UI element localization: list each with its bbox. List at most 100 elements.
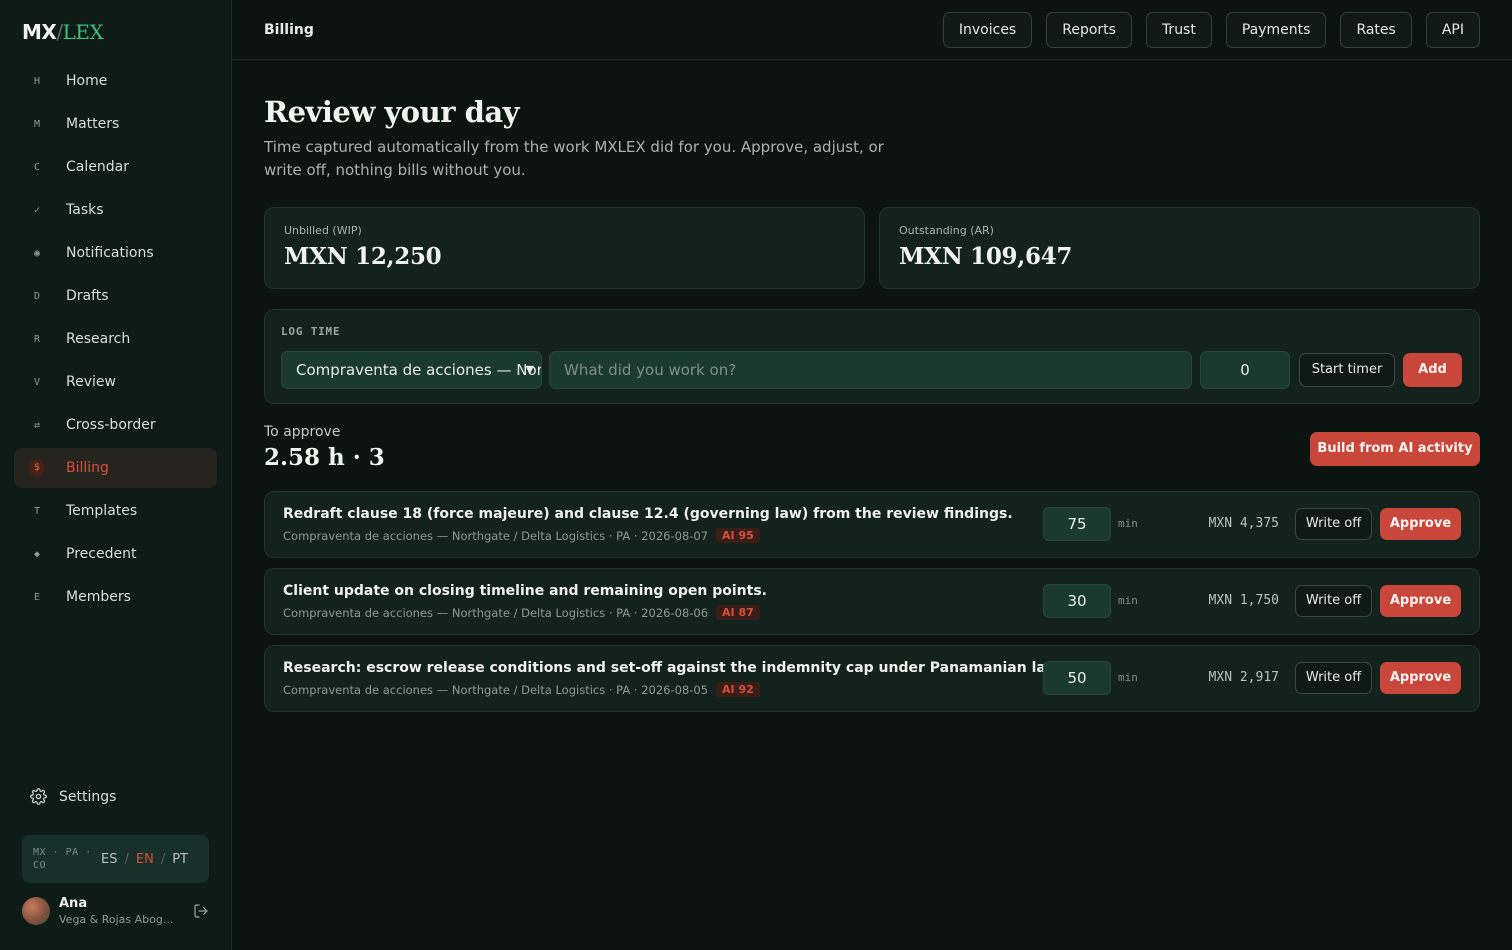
- approve-button[interactable]: Approve: [1380, 585, 1461, 617]
- entry-meta: Compraventa de acciones — Northgate / De…: [283, 528, 760, 543]
- sidebar-item-label: Cross-border: [66, 417, 156, 433]
- user-name: Ana: [59, 895, 88, 911]
- sidebar-item-label: Matters: [66, 116, 120, 132]
- sidebar-item-label: Review: [66, 374, 116, 390]
- kpi-label: Outstanding (AR): [899, 224, 994, 237]
- members-icon: E: [33, 591, 41, 603]
- tab-invoices[interactable]: Invoices: [942, 12, 1033, 48]
- sidebar-item-billing[interactable]: $ Billing: [14, 448, 217, 488]
- time-entry: Client update on closing timeline and re…: [264, 568, 1480, 635]
- tab-reports[interactable]: Reports: [1046, 12, 1132, 48]
- avatar[interactable]: [22, 897, 50, 925]
- kpi-value: MXN 12,250: [284, 243, 442, 270]
- log-time-panel: LOG TIME Compraventa de acciones — North…: [264, 309, 1480, 404]
- approve-button[interactable]: Approve: [1380, 662, 1461, 694]
- sidebar-item-calendar[interactable]: C Calendar: [14, 147, 217, 187]
- notification-dot-icon: ◉: [33, 247, 41, 259]
- kpi-label: Unbilled (WIP): [284, 224, 362, 237]
- check-icon: ✓: [33, 204, 41, 216]
- time-entry: Redraft clause 18 (force majeure) and cl…: [264, 491, 1480, 558]
- log-time-label: LOG TIME: [281, 325, 341, 338]
- sidebar-item-precedent[interactable]: ◆ Precedent: [14, 534, 217, 574]
- sidebar-item-label: Precedent: [66, 546, 137, 562]
- settings-label: Settings: [59, 788, 117, 805]
- work-description-input[interactable]: What did you work on?: [549, 351, 1192, 389]
- sidebar-item-notifications[interactable]: ◉ Notifications: [14, 233, 217, 273]
- user-info: Ana Vega & Rojas Abog...: [59, 896, 189, 927]
- user-profile: Ana Vega & Rojas Abog...: [22, 895, 209, 927]
- settings-link[interactable]: Settings: [30, 788, 116, 805]
- tab-payments[interactable]: Payments: [1225, 12, 1327, 48]
- review-icon: V: [33, 376, 41, 388]
- sidebar-item-review[interactable]: V Review: [14, 362, 217, 402]
- add-button[interactable]: Add: [1403, 353, 1462, 387]
- sidebar-item-members[interactable]: E Members: [14, 577, 217, 617]
- page-subtitle: Time captured automatically from the wor…: [264, 138, 884, 179]
- sidebar-item-label: Notifications: [66, 245, 154, 261]
- ai-confidence-badge: AI 95: [716, 528, 760, 543]
- entry-description: Research: escrow release conditions and …: [283, 660, 1064, 676]
- gear-icon: [30, 788, 47, 805]
- exchange-arrows-icon: ⇄: [33, 419, 41, 431]
- entry-amount: MXN 4,375: [1208, 516, 1279, 531]
- user-firm: Vega & Rojas Abog...: [59, 912, 174, 926]
- entry-description: Client update on closing timeline and re…: [283, 583, 767, 599]
- sidebar-item-research[interactable]: R Research: [14, 319, 217, 359]
- entry-matter-info: Compraventa de acciones — Northgate / De…: [283, 528, 709, 543]
- minutes-input[interactable]: 0: [1200, 351, 1290, 389]
- sidebar-item-drafts[interactable]: D Drafts: [14, 276, 217, 316]
- entry-amount: MXN 2,917: [1208, 670, 1279, 685]
- matters-icon: M: [33, 118, 41, 130]
- entry-meta: Compraventa de acciones — Northgate / De…: [283, 682, 760, 697]
- tab-api[interactable]: API: [1425, 12, 1480, 48]
- start-timer-button[interactable]: Start timer: [1299, 353, 1395, 387]
- entry-minutes-input[interactable]: 75: [1043, 507, 1111, 541]
- tab-trust[interactable]: Trust: [1145, 12, 1212, 48]
- build-from-ai-button[interactable]: Build from AI activity: [1310, 432, 1480, 466]
- write-off-button[interactable]: Write off: [1295, 662, 1372, 694]
- language-separator: /: [124, 851, 129, 867]
- language-en[interactable]: EN: [136, 852, 154, 867]
- mxlex-logo[interactable]: MX/LEX: [22, 20, 104, 44]
- breadcrumb: Billing: [264, 22, 314, 38]
- entry-description: Redraft clause 18 (force majeure) and cl…: [283, 506, 1013, 522]
- entry-minutes-input[interactable]: 30: [1043, 584, 1111, 618]
- sidebar-item-matters[interactable]: M Matters: [14, 104, 217, 144]
- sidebar-item-label: Drafts: [66, 288, 109, 304]
- logout-icon[interactable]: [193, 903, 209, 919]
- approve-button[interactable]: Approve: [1380, 508, 1461, 540]
- entry-matter-info: Compraventa de acciones — Northgate / De…: [283, 605, 709, 620]
- ai-confidence-badge: AI 87: [716, 605, 760, 620]
- drafts-icon: D: [33, 290, 41, 302]
- sidebar-item-templates[interactable]: T Templates: [14, 491, 217, 531]
- to-approve-label: To approve: [264, 424, 341, 440]
- sidebar-item-label: Members: [66, 589, 131, 605]
- research-icon: R: [33, 333, 41, 345]
- page-title: Review your day: [264, 95, 520, 129]
- sidebar: MX/LEX H Home M Matters C Calendar ✓ Tasks ◉…: [0, 0, 232, 950]
- entry-matter-info: Compraventa de acciones — Northgate / De…: [283, 682, 709, 697]
- write-off-button[interactable]: Write off: [1295, 508, 1372, 540]
- diamond-icon: ◆: [33, 548, 41, 560]
- write-off-button[interactable]: Write off: [1295, 585, 1372, 617]
- entry-minutes-input[interactable]: 50: [1043, 661, 1111, 695]
- tab-rates[interactable]: Rates: [1340, 12, 1412, 48]
- language-es[interactable]: ES: [101, 852, 117, 867]
- minutes-unit: min: [1118, 594, 1138, 607]
- sidebar-item-label: Tasks: [66, 202, 104, 218]
- kpi-outstanding: Outstanding (AR) MXN 109,647: [879, 207, 1480, 289]
- sidebar-item-label: Research: [66, 331, 131, 347]
- ai-confidence-badge: AI 92: [716, 682, 760, 697]
- dollar-icon: $: [29, 460, 45, 476]
- sidebar-nav: H Home M Matters C Calendar ✓ Tasks ◉ Notific…: [14, 61, 217, 620]
- sidebar-item-home[interactable]: H Home: [14, 61, 217, 101]
- sidebar-item-cross-border[interactable]: ⇄ Cross-border: [14, 405, 217, 445]
- language-pt[interactable]: PT: [172, 852, 188, 867]
- sidebar-item-tasks[interactable]: ✓ Tasks: [14, 190, 217, 230]
- matter-select[interactable]: Compraventa de acciones — Northgate / De…: [281, 351, 542, 389]
- sidebar-item-label: Calendar: [66, 159, 129, 175]
- entry-amount: MXN 1,750: [1208, 593, 1279, 608]
- top-tabs: Invoices Reports Trust Payments Rates AP…: [929, 12, 1480, 48]
- minutes-unit: min: [1118, 671, 1138, 684]
- sidebar-item-label: Billing: [66, 460, 109, 476]
